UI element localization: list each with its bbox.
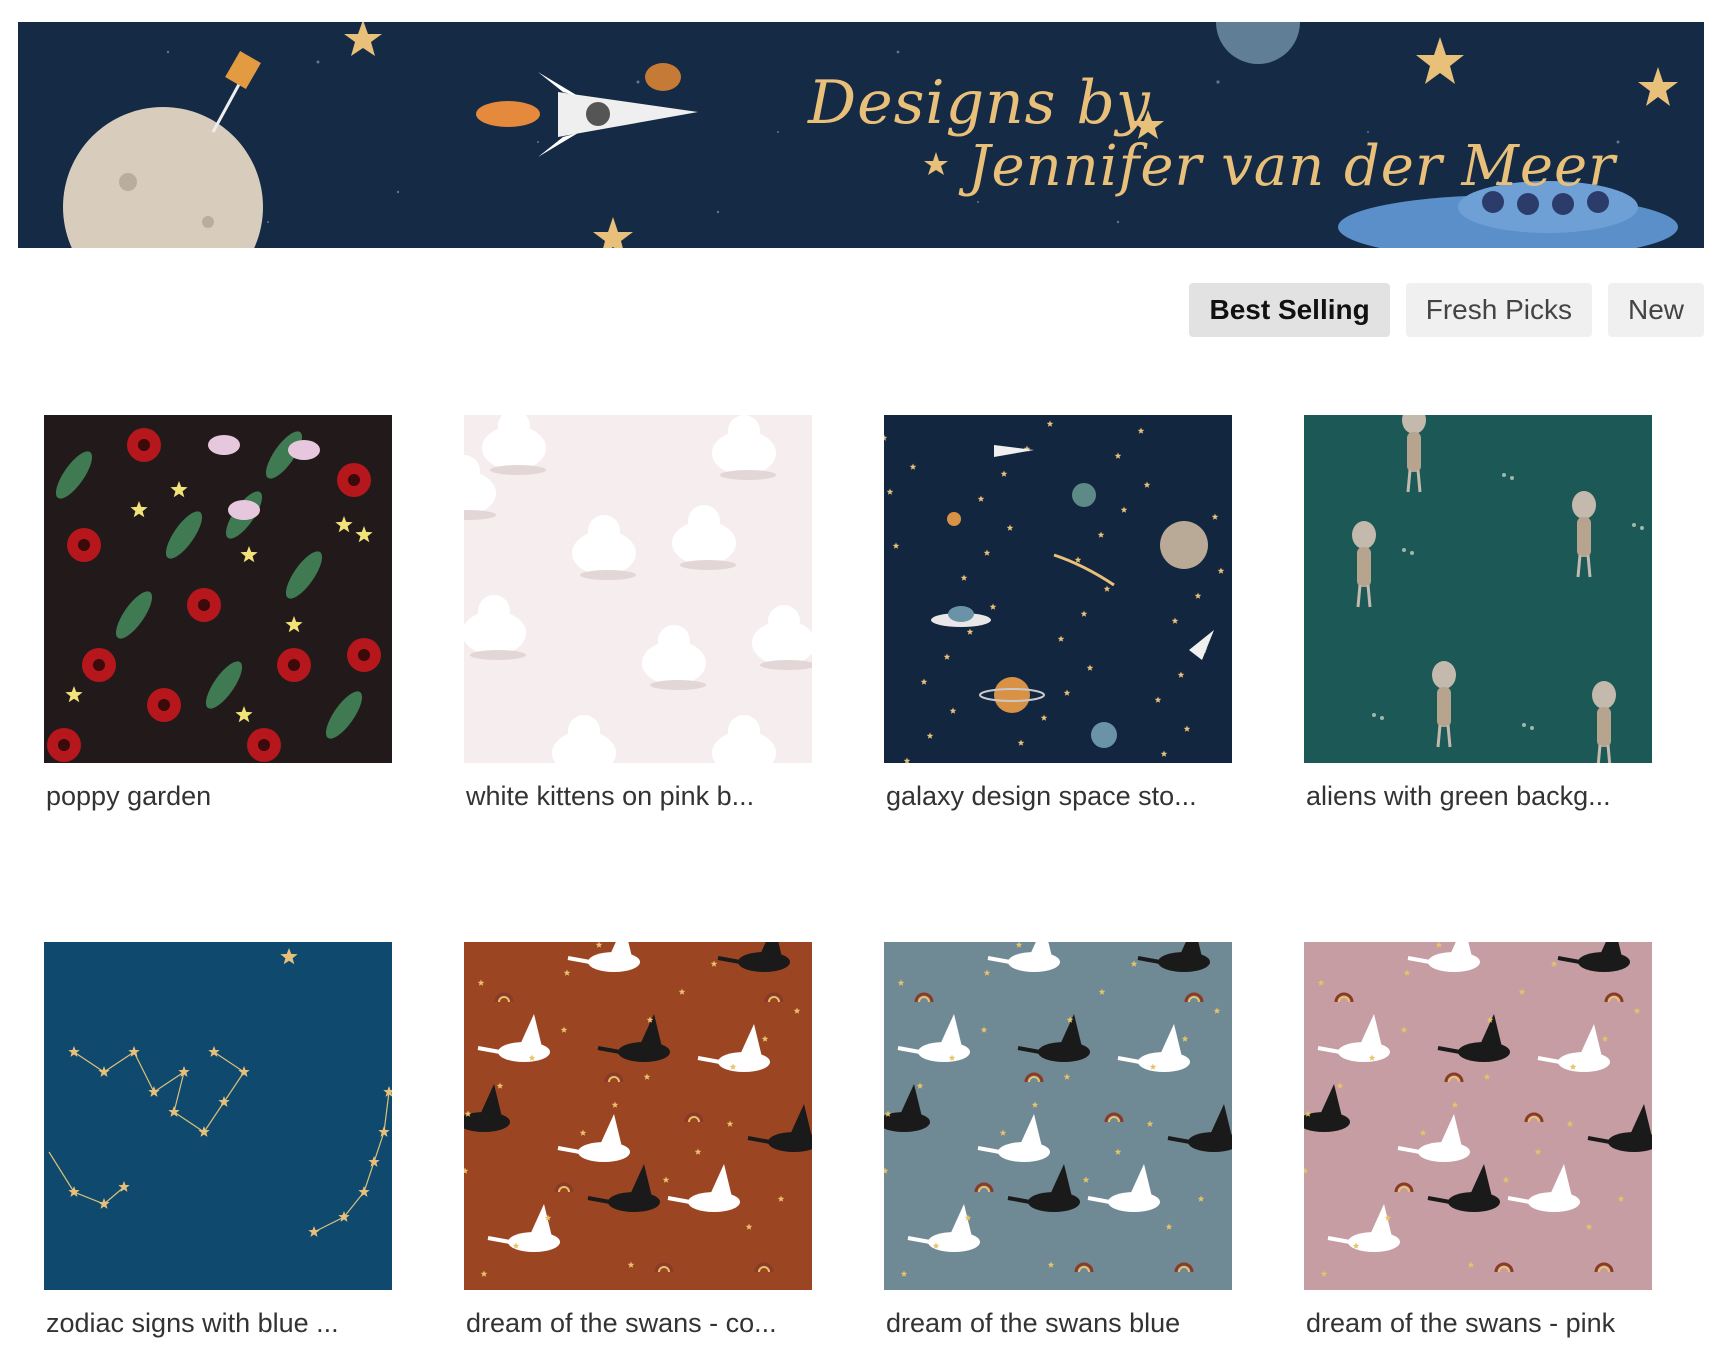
design-thumbnail[interactable] [1304, 415, 1652, 763]
design-title[interactable]: aliens with green backg... [1304, 781, 1652, 812]
space-illustration [18, 22, 1704, 248]
design-tile[interactable]: aliens with green backg... [1304, 415, 1652, 812]
design-thumbnail[interactable] [44, 942, 392, 1290]
design-title[interactable]: dream of the swans blue [884, 1308, 1232, 1339]
design-title[interactable]: galaxy design space sto... [884, 781, 1232, 812]
design-tile[interactable]: galaxy design space sto... [884, 415, 1232, 812]
design-tile[interactable]: dream of the swans blue [884, 942, 1232, 1339]
sort-best-selling-button[interactable]: Best Selling [1189, 283, 1390, 337]
sort-new-button[interactable]: New [1607, 283, 1704, 337]
design-thumbnail[interactable] [884, 942, 1232, 1290]
design-title[interactable]: dream of the swans - pink [1304, 1308, 1652, 1339]
design-thumbnail[interactable] [884, 415, 1232, 763]
sort-fresh-picks-button[interactable]: Fresh Picks [1405, 283, 1592, 337]
design-thumbnail[interactable] [44, 415, 392, 763]
design-tile[interactable]: poppy garden [44, 415, 392, 812]
design-thumbnail[interactable] [1304, 942, 1652, 1290]
design-tile[interactable]: dream of the swans - co... [464, 942, 812, 1339]
design-tile[interactable]: zodiac signs with blue ... [44, 942, 392, 1339]
design-tile[interactable]: dream of the swans - pink [1304, 942, 1652, 1339]
design-title[interactable]: poppy garden [44, 781, 392, 812]
design-title[interactable]: white kittens on pink b... [464, 781, 812, 812]
design-title[interactable]: dream of the swans - co... [464, 1308, 812, 1339]
design-thumbnail[interactable] [464, 415, 812, 763]
design-title[interactable]: zodiac signs with blue ... [44, 1308, 392, 1339]
sort-options: Best Selling Fresh Picks New [1189, 283, 1704, 339]
design-thumbnail[interactable] [464, 942, 812, 1290]
design-tile[interactable]: white kittens on pink b... [464, 415, 812, 812]
shop-banner: Designs by Jennifer van der Meer [18, 22, 1704, 248]
